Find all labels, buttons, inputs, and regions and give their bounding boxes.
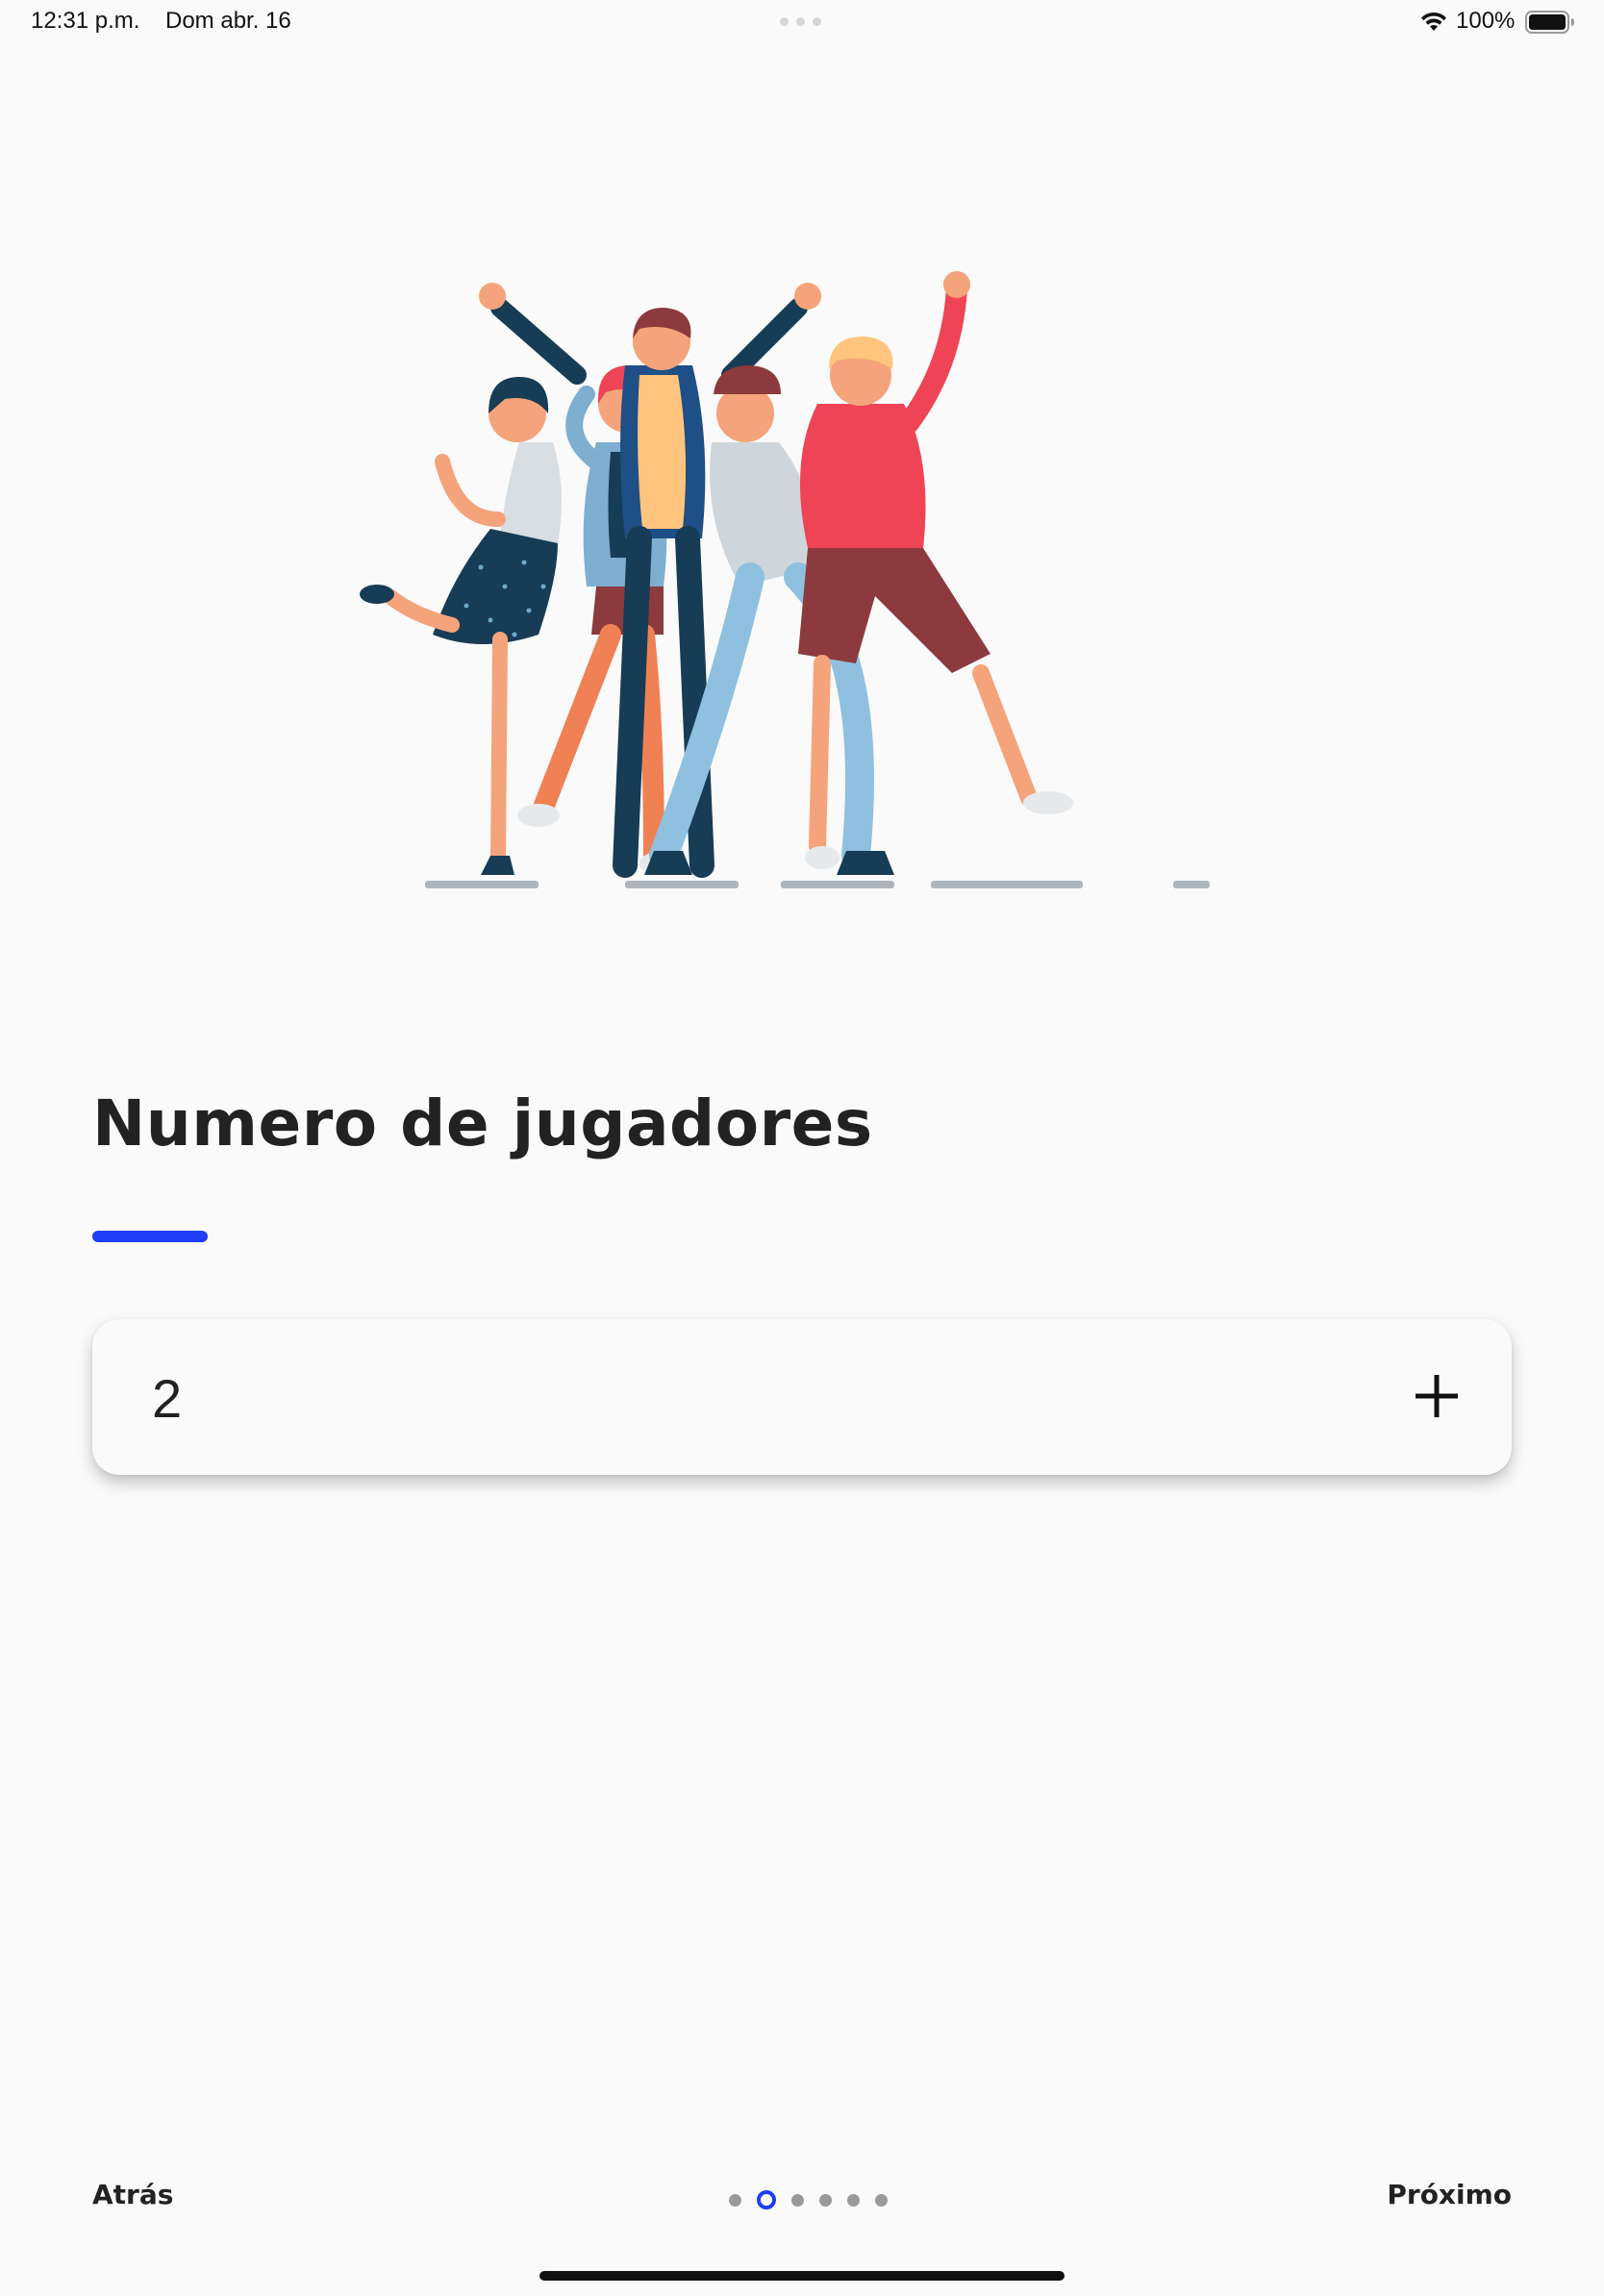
- page-dot[interactable]: [729, 2193, 741, 2207]
- ground-lines: [425, 881, 1210, 888]
- home-indicator[interactable]: [539, 2271, 1065, 2281]
- page-dot-active[interactable]: [757, 2190, 776, 2209]
- page-title: Numero de jugadores: [92, 1086, 873, 1160]
- title-underline: [92, 1231, 208, 1242]
- status-time: 12:31 p.m.: [31, 8, 140, 34]
- status-date: Dom abr. 16: [165, 8, 291, 34]
- page-dot[interactable]: [819, 2193, 832, 2207]
- page-indicator: [729, 2190, 888, 2209]
- page-dot[interactable]: [875, 2193, 888, 2207]
- person-man-red-hoodie: [798, 271, 1073, 869]
- person-woman-skirt: [360, 377, 562, 875]
- next-button[interactable]: Próximo: [1387, 2179, 1512, 2210]
- multitasking-handle[interactable]: [780, 17, 824, 27]
- back-button[interactable]: Atrás: [92, 2179, 173, 2210]
- plus-icon: [1416, 1375, 1458, 1417]
- player-count-stepper: 2: [92, 1319, 1512, 1475]
- battery-icon: [1525, 11, 1574, 34]
- wifi-icon: [1421, 12, 1446, 31]
- status-bar: 12:31 p.m. Dom abr. 16 100%: [0, 0, 1604, 46]
- page-dot[interactable]: [791, 2193, 804, 2207]
- player-count-value: 2: [152, 1368, 183, 1429]
- page-dot[interactable]: [847, 2193, 860, 2207]
- friends-illustration: [360, 271, 1210, 888]
- increment-button[interactable]: [1389, 1348, 1485, 1444]
- onboarding-screen: 12:31 p.m. Dom abr. 16 100% Numero de ju…: [0, 0, 1604, 2296]
- battery-percentage: 100%: [1456, 8, 1516, 34]
